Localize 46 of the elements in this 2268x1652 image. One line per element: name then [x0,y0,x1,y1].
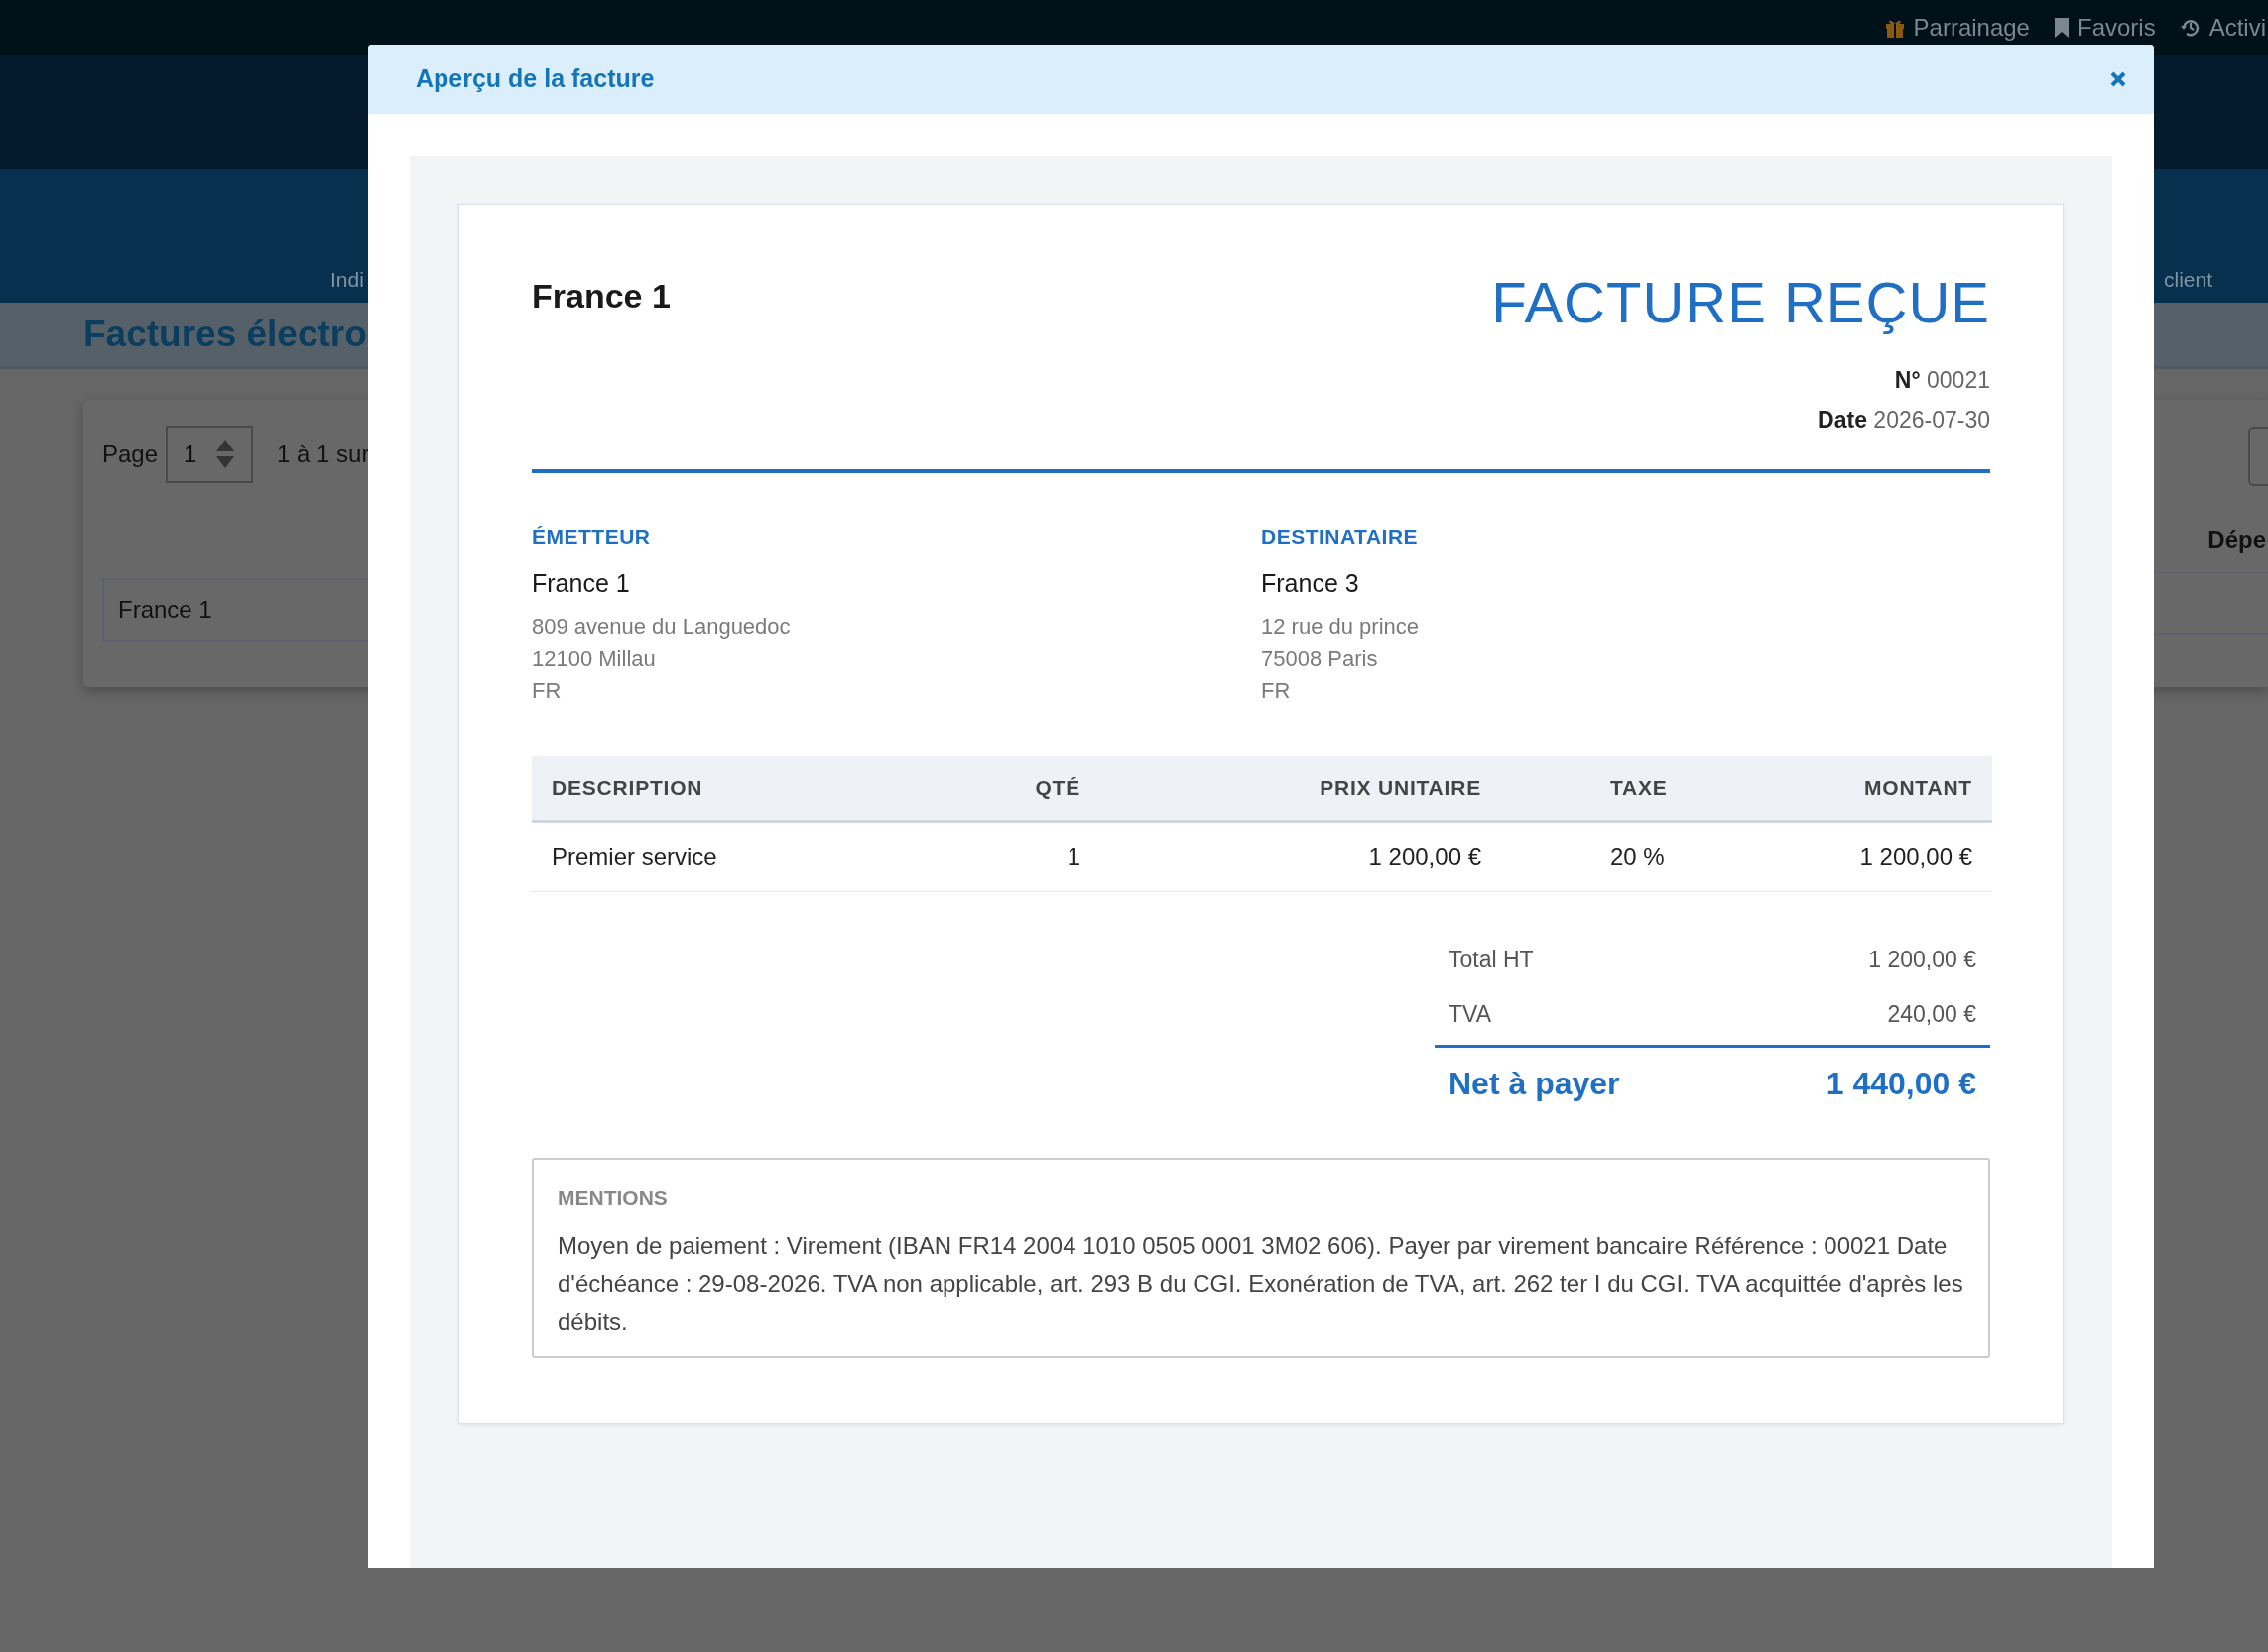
table-cell: 1 200,00 € [1779,821,1992,892]
address-line: 12100 Millau [532,644,656,673]
party-name: France 1 [532,569,630,600]
page-title: Factures électro [83,313,367,357]
mentions-heading: MENTIONS [558,1185,669,1211]
total-label: TVA [1449,999,1492,1029]
nav-item-label[interactable]: client [2163,263,2212,295]
party-heading: DESTINATAIRE [1261,523,1419,550]
invoice-date: Date 2026-07-30 [1818,405,1990,435]
address-line: FR [1261,676,1291,704]
total-label: Net à payer [1449,1064,1620,1103]
party-heading: ÉMETTEUR [532,523,651,550]
address-line: 75008 Paris [1261,644,1378,673]
table-cell: 20 % [1501,821,1779,892]
mentions-text: Moyen de paiement : Virement (IBAN FR14 2004 1010 0505 0001 3M02 606). Payer par virement bancaire Référence : 00021 Date d'échéance : 29-08-2026. TVA non applicable, art. 293 B du CGI. Exonération de TVA, art. 262 ter I du CGI. TVA acquittée d'après les débits. [558,1230,1964,1336]
party-name: France 3 [1261,569,1359,600]
page-label: Page [102,440,159,469]
column-header: TAXE [1501,755,1779,822]
table-cell: Premier service [532,821,929,892]
column-label: Dépe [2207,525,2266,555]
column-header: DESCRIPTION [532,755,929,822]
page-spinner[interactable]: 1 [166,426,254,483]
select-field[interactable] [2248,427,2268,486]
column-header: MONTANT [1779,755,1992,822]
column-header: QTÉ [929,755,1100,822]
total-value: 1 440,00 € [1826,1064,1976,1103]
table-cell: 1 200,00 € [1100,821,1501,892]
nav-item-label[interactable]: Indi [330,263,364,295]
top-bar-link[interactable]: Favoris [2053,9,2156,46]
address-line: 12 rue du prince [1261,612,1419,641]
table-cell: 1 [929,821,1100,892]
total-value: 1 200,00 € [1868,945,1976,974]
close-icon[interactable] [2110,71,2126,87]
column-header: PRIX UNITAIRE [1100,755,1501,822]
address-line: FR [532,676,562,704]
range-text: 1 à 1 sur [277,440,370,469]
total-label: Total HT [1449,945,1534,974]
dialog-title: Aperçu de la facture [416,64,655,95]
address-line: 809 avenue du Languedoc [532,612,791,641]
bookmark-icon [2053,16,2070,39]
total-value: 240,00 € [1887,999,1976,1029]
invoice-number: N° 00021 [1894,365,1990,395]
invoice-title: FACTURE REÇUE [1491,271,1990,334]
seller-name: France 1 [532,276,671,317]
top-bar-link[interactable]: Parrainage [1883,9,2030,46]
top-bar-link[interactable]: Activi [2179,9,2266,46]
